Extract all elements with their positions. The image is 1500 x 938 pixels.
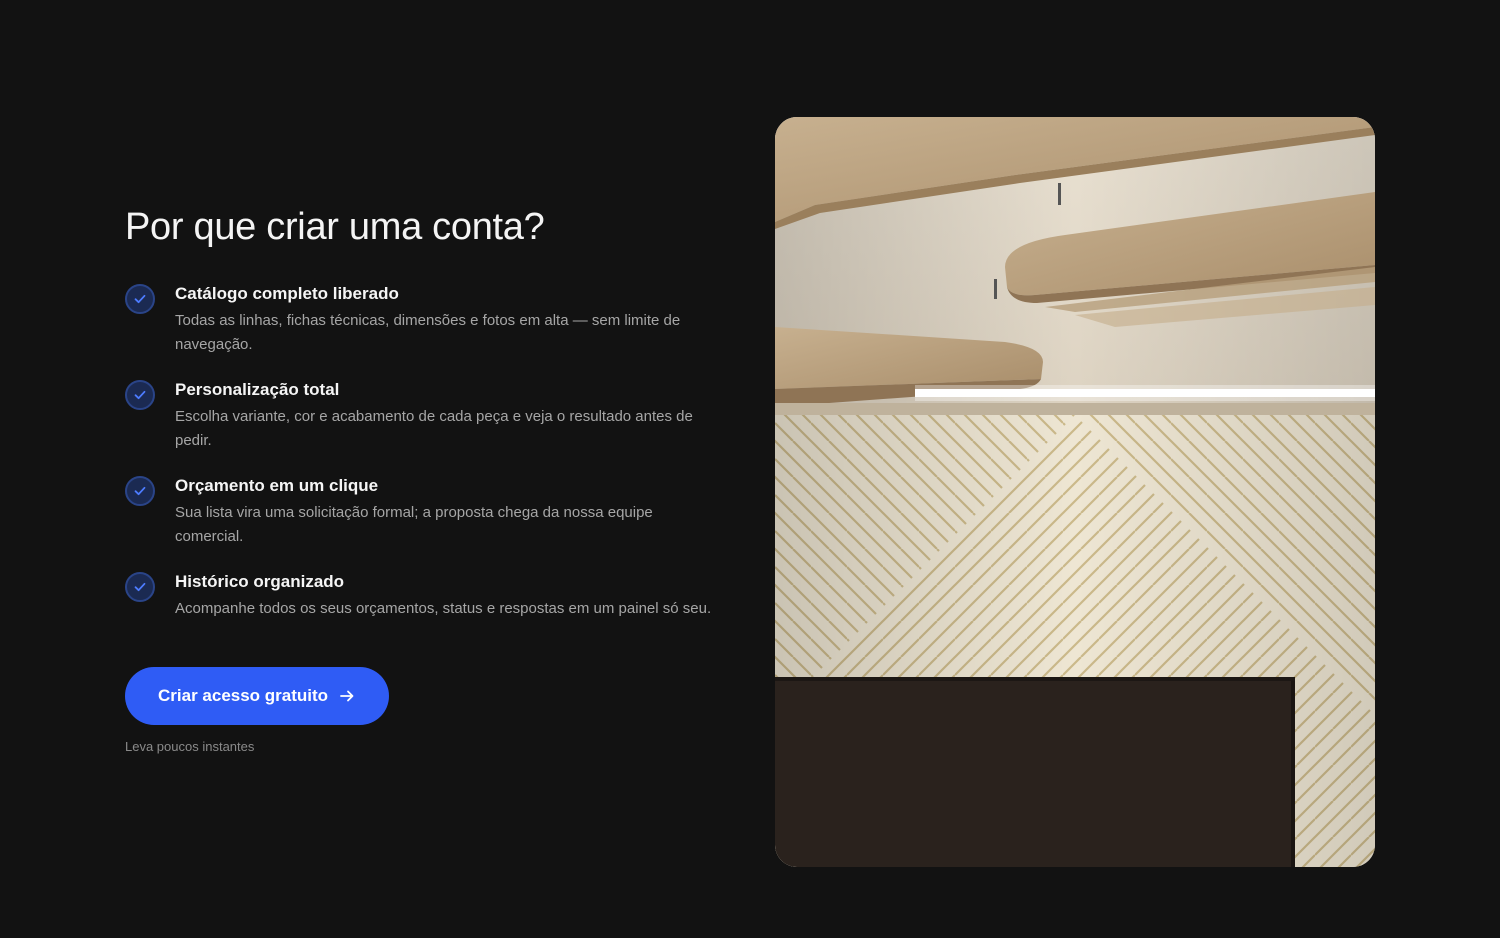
- benefits-column: Por que criar uma conta? Catálogo comple…: [125, 205, 725, 754]
- feature-title: Histórico organizado: [175, 571, 345, 591]
- interior-photo: [775, 117, 1375, 867]
- feature-title: Catálogo completo liberado: [175, 283, 399, 303]
- create-account-button-label: Criar acesso gratuito: [158, 685, 329, 705]
- feature-item: Personalização total Escolha variante, c…: [125, 379, 725, 453]
- feature-item: Histórico organizado Acompanhe todos os …: [125, 571, 725, 621]
- feature-description: Todas as linhas, fichas técnicas, dimens…: [175, 311, 681, 353]
- feature-description: Escolha variante, cor e acabamento de ca…: [175, 407, 693, 449]
- check-icon: [125, 379, 155, 410]
- check-icon: [125, 475, 155, 506]
- feature-text: Histórico organizado Acompanhe todos os …: [175, 571, 720, 621]
- arrow-right-icon: [340, 690, 354, 701]
- feature-title: Personalização total: [175, 379, 340, 399]
- feature-list: Catálogo completo liberado Todas as linh…: [125, 283, 725, 621]
- feature-text: Personalização total Escolha variante, c…: [175, 379, 720, 453]
- check-icon: [125, 283, 155, 314]
- cta-hint: Leva poucos instantes: [125, 738, 255, 754]
- check-icon: [125, 571, 155, 602]
- interior-illustration: [775, 117, 1375, 867]
- feature-item: Orçamento em um clique Sua lista vira um…: [125, 475, 725, 549]
- section-title: Por que criar uma conta?: [125, 206, 545, 248]
- create-account-button[interactable]: Criar acesso gratuito: [125, 666, 390, 725]
- feature-text: Orçamento em um clique Sua lista vira um…: [175, 475, 720, 549]
- feature-item: Catálogo completo liberado Todas as linh…: [125, 283, 725, 357]
- feature-description: Sua lista vira uma solicitação formal; a…: [175, 503, 653, 545]
- feature-description: Acompanhe todos os seus orçamentos, stat…: [175, 599, 712, 617]
- account-benefits-section: Por que criar uma conta? Catálogo comple…: [0, 0, 1500, 938]
- feature-title: Orçamento em um clique: [175, 475, 379, 495]
- feature-text: Catálogo completo liberado Todas as linh…: [175, 283, 720, 357]
